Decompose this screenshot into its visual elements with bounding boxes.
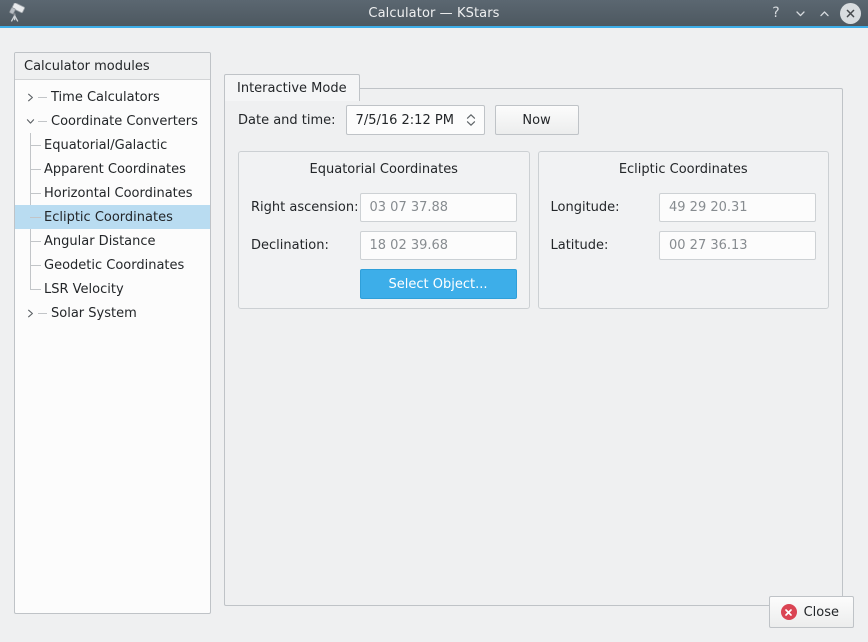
date-and-time-label: Date and time: [238,113,336,128]
tree-branch-line [30,193,41,194]
help-button[interactable]: ? [764,1,788,25]
window-content: Calculator modules Time Calculators [0,28,868,642]
sidebar-item-time-calculators[interactable]: Time Calculators [15,85,210,109]
dialog-footer: Close [769,596,854,628]
sidebar-item-label: Time Calculators [49,90,160,105]
coordinate-converters-children: Equatorial/Galactic Apparent Coordinates… [15,133,210,301]
longitude-label: Longitude: [551,200,620,215]
sidebar-item-equatorial-galactic[interactable]: Equatorial/Galactic [15,133,210,157]
tab-interactive-mode[interactable]: Interactive Mode [224,74,360,101]
sidebar-item-label: LSR Velocity [42,282,124,297]
close-button-label: Close [804,605,839,620]
datetime-input[interactable]: 7/5/16 2:12 PM [346,105,485,135]
right-ascension-label: Right ascension: [251,200,358,215]
longitude-input[interactable]: 49 29 20.31 [659,193,816,222]
spinner-arrows-icon[interactable] [464,112,478,128]
equatorial-group-title: Equatorial Coordinates [251,162,517,177]
sidebar-item-geodetic-coordinates[interactable]: Geodetic Coordinates [15,253,210,277]
right-ascension-input[interactable]: 03 07 37.88 [360,193,517,222]
sidebar-item-label: Coordinate Converters [49,114,198,129]
title-bar: Calculator — KStars ? [0,0,868,28]
sidebar-item-label: Equatorial/Galactic [42,138,167,153]
chevron-right-icon[interactable] [23,92,38,103]
sidebar-item-angular-distance[interactable]: Angular Distance [15,229,210,253]
window-title: Calculator — KStars [0,6,868,21]
sidebar-item-apparent-coordinates[interactable]: Apparent Coordinates [15,157,210,181]
interactive-mode-panel: Date and time: 7/5/16 2:12 PM Now [224,88,843,606]
latitude-input[interactable]: 00 27 36.13 [659,231,816,260]
close-button[interactable]: Close [769,596,854,628]
chevron-down-icon[interactable] [23,116,38,127]
panel-inner: Date and time: 7/5/16 2:12 PM Now [225,89,842,309]
latitude-label: Latitude: [551,238,609,253]
longitude-row: Longitude: 49 29 20.31 [551,193,817,222]
chevron-right-icon[interactable] [23,308,38,319]
tree-connector [38,97,47,98]
close-circle-icon [781,604,797,620]
sidebar-item-label: Ecliptic Coordinates [42,210,173,225]
equatorial-coordinates-group: Equatorial Coordinates Right ascension: … [238,151,530,309]
select-object-button[interactable]: Select Object... [360,269,517,299]
tree-connector [38,313,47,314]
tree-branch-line [30,241,41,242]
minimize-button[interactable] [788,1,812,25]
sidebar-item-label: Apparent Coordinates [42,162,186,177]
tree-branch-line [30,265,41,266]
maximize-button[interactable] [812,1,836,25]
declination-input[interactable]: 18 02 39.68 [360,231,517,260]
sidebar-item-label: Solar System [49,306,137,321]
sidebar-item-label: Geodetic Coordinates [42,258,184,273]
sidebar-item-coordinate-converters[interactable]: Coordinate Converters [15,109,210,133]
calculator-window: Calculator — KStars ? Calcu [0,0,868,642]
sidebar-item-label: Angular Distance [42,234,156,249]
declination-label: Declination: [251,238,329,253]
sidebar-item-solar-system[interactable]: Solar System [15,301,210,325]
tree-connector [38,121,47,122]
tab-bar: Interactive Mode [224,73,360,101]
ecliptic-group-title: Ecliptic Coordinates [551,162,817,177]
latitude-row: Latitude: 00 27 36.13 [551,231,817,260]
coordinate-groups: Equatorial Coordinates Right ascension: … [238,151,829,309]
telescope-icon [0,0,34,27]
datetime-value: 7/5/16 2:12 PM [356,113,464,128]
close-window-button[interactable] [840,3,861,24]
now-button[interactable]: Now [495,105,579,135]
declination-row: Declination: 18 02 39.68 [251,231,517,260]
window-controls: ? [764,1,868,25]
sidebar-item-ecliptic-coordinates[interactable]: Ecliptic Coordinates [15,205,210,229]
module-tree[interactable]: Time Calculators Coordinate Converters [15,80,210,325]
tree-branch-line [30,289,41,290]
ecliptic-coordinates-group: Ecliptic Coordinates Longitude: 49 29 20… [538,151,830,309]
sidebar-header: Calculator modules [15,53,210,80]
tree-branch-line [30,217,41,218]
tree-branch-line [30,145,41,146]
tree-branch-line [30,169,41,170]
sidebar-item-lsr-velocity[interactable]: LSR Velocity [15,277,210,301]
sidebar-item-label: Horizontal Coordinates [42,186,193,201]
select-object-row: Select Object... [251,269,517,299]
date-and-time-row: Date and time: 7/5/16 2:12 PM Now [238,105,829,135]
right-ascension-row: Right ascension: 03 07 37.88 [251,193,517,222]
sidebar-item-horizontal-coordinates[interactable]: Horizontal Coordinates [15,181,210,205]
calculator-modules-panel: Calculator modules Time Calculators [14,52,211,614]
